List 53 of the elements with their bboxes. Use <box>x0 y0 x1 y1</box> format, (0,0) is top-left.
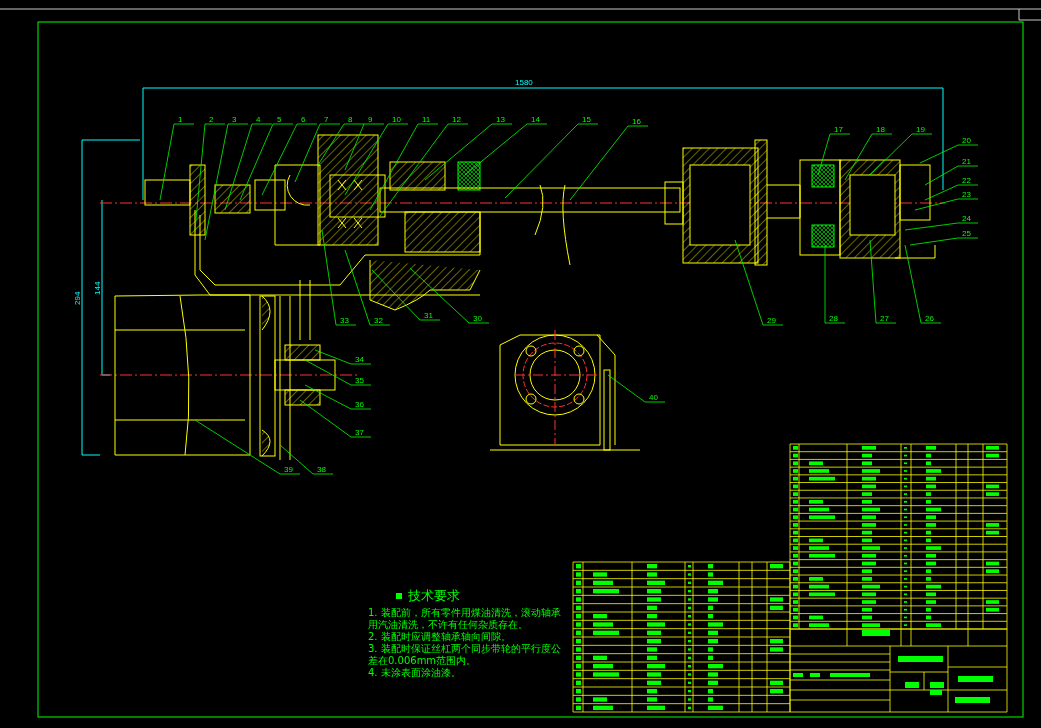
balloon-number: 26 <box>925 314 934 323</box>
balloon-number: 4 <box>256 115 261 124</box>
balloon-number: 37 <box>355 428 364 437</box>
balloon-number: 11 <box>422 115 431 124</box>
balloon-number: 7 <box>324 115 329 124</box>
balloon-number: 14 <box>531 115 540 124</box>
balloon-number: 35 <box>355 376 364 385</box>
requirement-text: 1. 装配前，所有零件用煤油清洗，滚动轴承用汽油清洗，不许有任何杂质存在。 <box>368 607 562 631</box>
balloon-number: 25 <box>962 229 971 238</box>
balloon-number: 8 <box>348 115 353 124</box>
balloon-number: 39 <box>284 465 293 474</box>
balloon-number: 3 <box>232 115 237 124</box>
balloon-number: 15 <box>582 115 591 124</box>
requirement-text: 3. 装配时保证丝杠两个同步带轮的平行度公差在0.006mm范围内。 <box>368 643 562 667</box>
balloon-number: 6 <box>301 115 306 124</box>
bullet-icon <box>396 593 402 599</box>
balloon-number: 33 <box>340 316 349 325</box>
leader-line <box>924 184 979 201</box>
balloon-number: 40 <box>649 393 658 402</box>
balloon-number: 24 <box>962 214 971 223</box>
dimension-value: 1580 <box>515 78 533 87</box>
balloon-number: 23 <box>962 190 971 199</box>
balloon-number: 27 <box>880 314 889 323</box>
requirement-text: 2. 装配时应调整轴承轴向间隙。 <box>368 631 512 643</box>
balloon-number: 19 <box>916 125 925 134</box>
balloon-number: 2 <box>209 115 214 124</box>
balloon-number: 18 <box>876 125 885 134</box>
balloon-number: 13 <box>496 115 505 124</box>
balloon-number: 9 <box>368 115 373 124</box>
balloon-number: 28 <box>829 314 838 323</box>
balloon-number: 21 <box>962 157 971 166</box>
balloon-number: 34 <box>355 355 364 364</box>
requirement-text: 4. 未涂表面涂油漆。 <box>368 667 462 679</box>
balloon-number: 38 <box>317 465 326 474</box>
leader-line <box>607 374 666 403</box>
balloon-number: 22 <box>962 176 971 185</box>
dimension-value: 144 <box>93 281 102 295</box>
dimension-value: 294 <box>73 291 82 305</box>
balloon-number: 17 <box>834 125 843 134</box>
balloon-number: 30 <box>473 314 482 323</box>
balloon-number: 32 <box>374 316 383 325</box>
requirements-title: 技术要求 <box>408 588 460 604</box>
balloon-number: 1 <box>178 115 183 124</box>
balloon-number: 10 <box>392 115 401 124</box>
balloon-number: 5 <box>277 115 282 124</box>
balloon-number: 29 <box>767 316 776 325</box>
balloon-number: 36 <box>355 400 364 409</box>
balloon-number: 12 <box>452 115 461 124</box>
leader-line <box>914 198 979 211</box>
balloon-number: 16 <box>632 117 641 126</box>
balloon-number: 20 <box>962 136 971 145</box>
balloon-number: 31 <box>424 311 433 320</box>
leader-line <box>294 123 341 183</box>
